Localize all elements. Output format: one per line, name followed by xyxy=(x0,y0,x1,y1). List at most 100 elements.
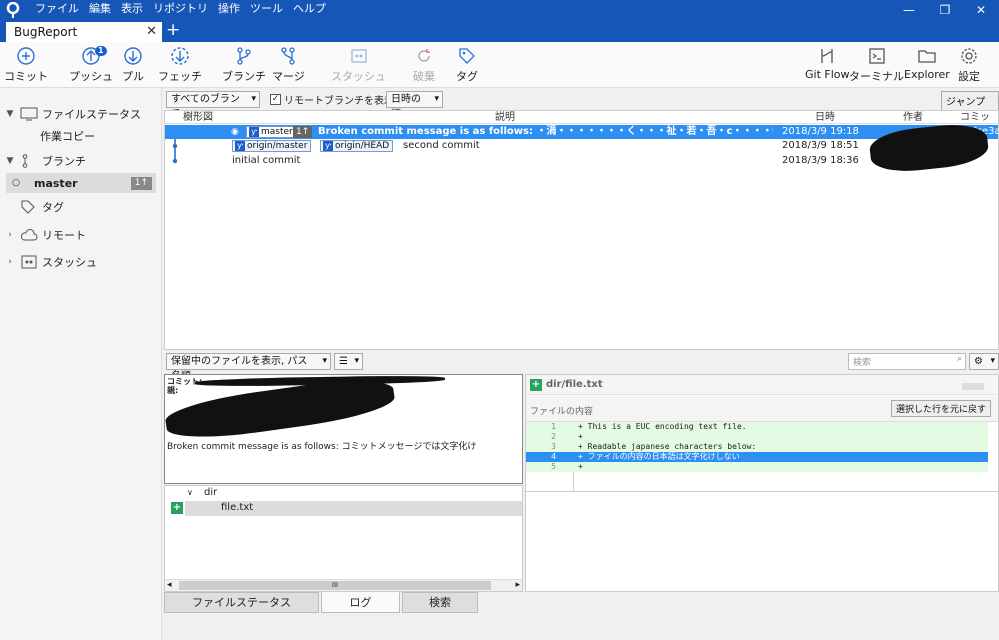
commit-row[interactable]: ◉ master 1↑ Broken commit message is as … xyxy=(165,125,999,139)
menu-help[interactable]: ヘルプ xyxy=(288,2,331,16)
branch-button[interactable]: ブランチ xyxy=(222,46,266,84)
branch-ref-origin-master[interactable]: origin/master xyxy=(232,140,312,152)
window-controls: — ❐ ✕ xyxy=(891,0,999,20)
tag-button[interactable]: タグ xyxy=(456,46,478,84)
current-branch-icon: ○ xyxy=(12,178,20,188)
search-icon: ⌕ xyxy=(956,354,962,364)
column-graph[interactable]: 樹形図 xyxy=(183,111,213,124)
cloud-icon xyxy=(20,229,38,241)
horizontal-scrollbar[interactable]: ◂ III ▸ xyxy=(165,579,522,591)
tab-label: BugReport xyxy=(14,25,78,39)
show-remote-branches-checkbox[interactable]: ✓ リモートブランチを表示 xyxy=(270,92,394,107)
tab-bugreport[interactable]: BugReport ✕ xyxy=(6,22,162,42)
branch-ref-master[interactable]: master xyxy=(246,126,297,138)
pull-button[interactable]: プル xyxy=(122,46,144,84)
sidebar-item-branches[interactable]: ▼ ブランチ xyxy=(0,151,162,171)
chevron-down-icon[interactable]: ∨ xyxy=(187,488,193,497)
commit-date: 2018/3/9 19:18 xyxy=(782,126,859,137)
tab-file-status[interactable]: ファイルステータス xyxy=(164,592,319,613)
sidebar-item-working-copy[interactable]: 作業コピー xyxy=(0,126,162,146)
menu-repository[interactable]: リポジトリ xyxy=(148,2,213,16)
diff-line[interactable]: 5 + xyxy=(526,462,988,472)
gear-icon xyxy=(961,48,977,64)
fetch-button[interactable]: フェッチ xyxy=(158,46,202,84)
branch-filter-select[interactable]: すべてのブランチ xyxy=(166,91,260,120)
tab-search[interactable]: 検索 xyxy=(402,592,478,613)
close-icon[interactable]: ✕ xyxy=(963,0,999,20)
sidebar-item-remotes[interactable]: › リモート xyxy=(0,225,162,245)
menu-edit[interactable]: 編集 xyxy=(84,2,116,16)
commit-message: Broken commit message is as follows: ・涓・… xyxy=(318,126,773,137)
folder-row[interactable]: ∨ dir xyxy=(187,487,217,498)
chevron-down-icon[interactable]: ▼ xyxy=(0,156,20,166)
diff-file-path: dir/file.txt xyxy=(546,379,603,390)
diff-line[interactable]: 3 + Readable japanese characters below: xyxy=(526,442,988,452)
explorer-label: Explorer xyxy=(904,68,950,81)
tab-log[interactable]: ログ xyxy=(321,592,400,613)
chevron-down-icon[interactable]: ▼ xyxy=(0,109,20,119)
menu-file[interactable]: ファイル xyxy=(30,2,84,16)
restore-icon[interactable]: ❐ xyxy=(927,0,963,20)
added-file-icon: + xyxy=(530,379,542,391)
sidebar-tags-label: タグ xyxy=(42,201,64,214)
push-button[interactable]: 1 プッシュ xyxy=(69,46,113,84)
terminal-button[interactable]: ターミナル xyxy=(849,46,904,84)
chevron-right-icon[interactable]: › xyxy=(0,257,20,267)
file-options-bar: 保留中のファイルを表示, パス名順 ☰ 検索 ⌕ ⚙ xyxy=(164,351,999,382)
sidebar-item-file-status[interactable]: ▼ ファイルステータス xyxy=(0,104,162,124)
diff-divider xyxy=(526,491,998,492)
line-text: + Readable japanese characters below: xyxy=(578,442,757,451)
settings-menu-select[interactable]: ⚙ xyxy=(969,353,999,370)
search-input[interactable]: 検索 ⌕ xyxy=(848,353,966,370)
commit-button[interactable]: コミット xyxy=(4,46,48,84)
changed-files-tree: ∨ dir file.txt + ◂ III ▸ xyxy=(164,485,523,592)
scroll-left-icon[interactable]: ◂ xyxy=(167,580,172,590)
terminal-label: ターミナル xyxy=(849,70,904,83)
revert-selected-lines-button[interactable]: 選択した行を元に戻す xyxy=(891,400,992,417)
scroll-right-icon[interactable]: ▸ xyxy=(515,580,520,590)
diff-hunk-header: ファイルの内容 選択した行を元に戻す xyxy=(526,396,998,422)
column-date[interactable]: 日時 xyxy=(815,111,835,124)
discard-button[interactable]: 破棄 xyxy=(413,46,435,84)
sidebar-master-label: master xyxy=(34,176,78,190)
sidebar-item-tags[interactable]: タグ xyxy=(0,197,162,217)
terminal-icon xyxy=(868,48,885,64)
merge-button[interactable]: マージ xyxy=(272,46,305,84)
menu-actions[interactable]: 操作 xyxy=(213,2,245,16)
file-row[interactable]: file.txt xyxy=(185,501,522,516)
scrollbar-thumb[interactable]: III xyxy=(179,581,491,590)
git-flow-button[interactable]: Git Flow xyxy=(805,46,850,81)
merge-icon xyxy=(281,47,296,65)
diff-line[interactable]: 2 + xyxy=(526,432,988,442)
line-text: + ファイルの内容の日本語は文字化けしない xyxy=(578,452,740,461)
column-author[interactable]: 作者 xyxy=(903,111,923,124)
branch-ref-origin-head[interactable]: origin/HEAD xyxy=(320,140,394,152)
menu-view[interactable]: 表示 xyxy=(116,2,148,16)
diff-options-handle[interactable] xyxy=(962,383,984,390)
order-select[interactable]: 日時の順 xyxy=(386,91,443,120)
bottom-tab-bar: ファイルステータス ログ 検索 xyxy=(164,592,999,640)
commit-list: 樹形図 説明 日時 作者 コミット ◉ master 1↑ Broken com… xyxy=(164,110,999,350)
minimize-icon[interactable]: — xyxy=(891,0,927,20)
add-tab-icon[interactable]: + xyxy=(166,20,180,40)
explorer-button[interactable]: Explorer xyxy=(904,46,950,81)
pending-files-select[interactable]: 保留中のファイルを表示, パス名順 xyxy=(166,353,331,382)
sidebar-item-stashes[interactable]: › スタッシュ xyxy=(0,252,162,272)
file-name: file.txt xyxy=(221,502,254,513)
settings-button[interactable]: 設定 xyxy=(958,46,980,84)
stash-button[interactable]: スタッシュ xyxy=(331,46,386,84)
title-bar: ファイル 編集 表示 リポジトリ 操作 ツール ヘルプ — ❐ ✕ xyxy=(0,0,999,20)
pull-icon xyxy=(124,47,142,65)
line-text: + xyxy=(578,462,583,471)
list-mode-select[interactable]: ☰ xyxy=(334,353,363,370)
column-description[interactable]: 説明 xyxy=(495,111,515,124)
chevron-right-icon[interactable]: › xyxy=(0,230,20,240)
menu-tools[interactable]: ツール xyxy=(245,2,288,16)
commit-icon xyxy=(17,47,35,65)
diff-line[interactable]: 1 + This is a EUC encoding text file. xyxy=(526,422,988,432)
sidebar-item-master[interactable]: ○ master 1↑ xyxy=(6,173,156,193)
checkbox-checked-icon: ✓ xyxy=(270,94,281,105)
tab-close-icon[interactable]: ✕ xyxy=(146,24,157,39)
diff-line-selected[interactable]: 4 + ファイルの内容の日本語は文字化けしない xyxy=(526,452,988,462)
sidebar-branches-label: ブランチ xyxy=(42,155,86,168)
